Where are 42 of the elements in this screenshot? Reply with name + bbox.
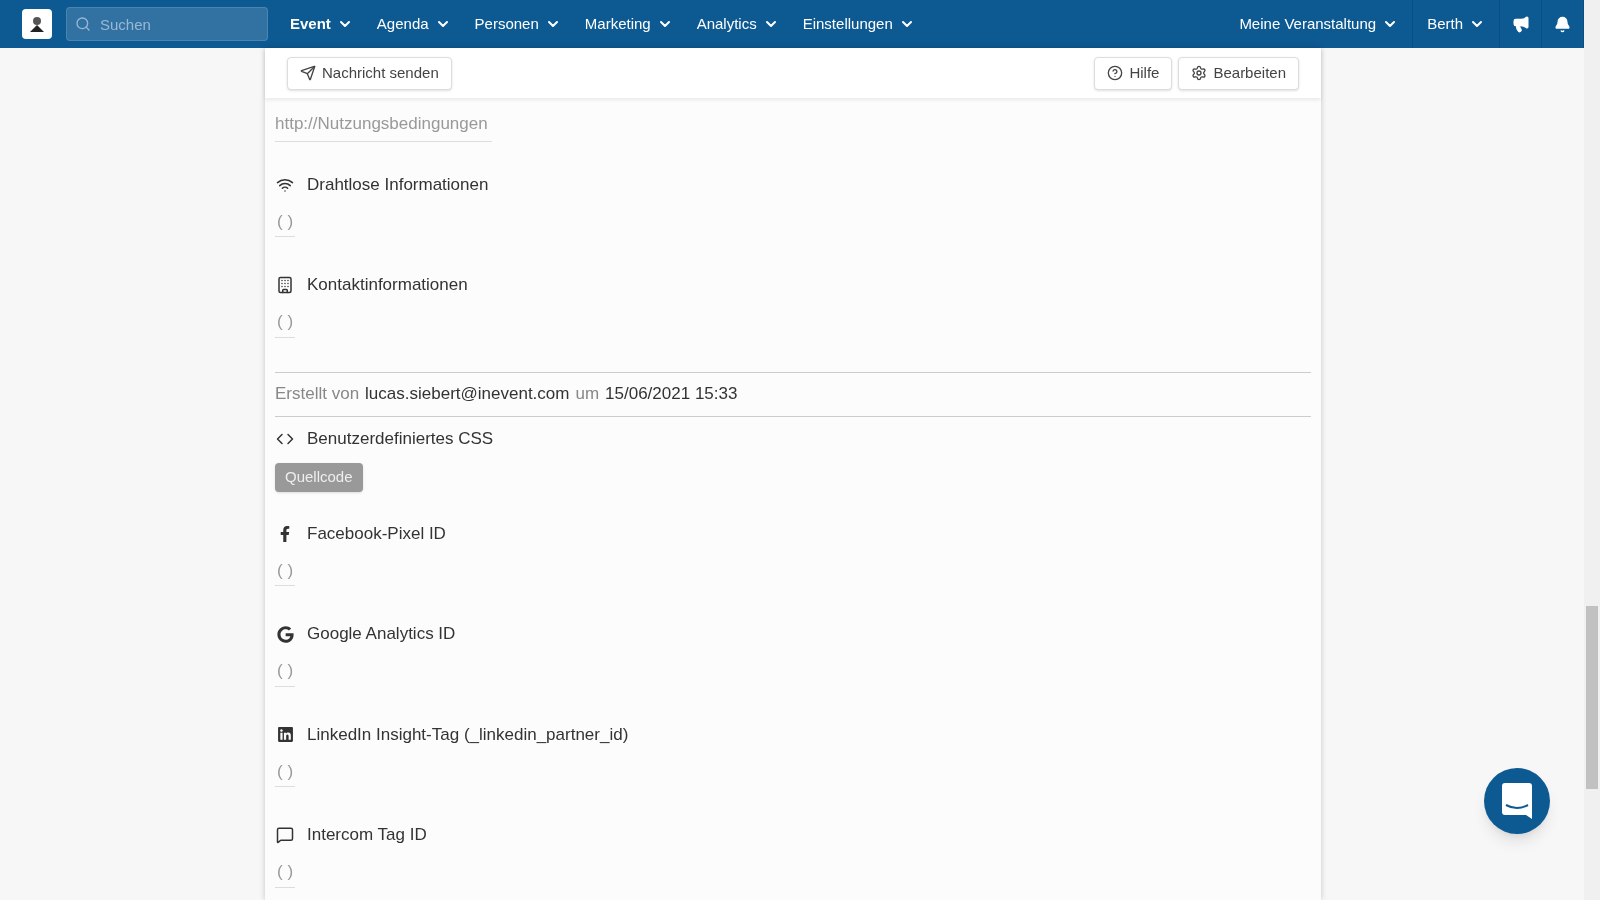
help-icon xyxy=(1107,65,1124,81)
author-email: lucas.siebert@inevent.com xyxy=(365,383,570,406)
url-value: http://Nutzungsbedingungen xyxy=(275,111,492,142)
linkedin-icon xyxy=(276,726,294,743)
send-icon xyxy=(300,65,316,81)
section-title: Facebook-Pixel ID xyxy=(307,522,446,545)
chat-launcher-button[interactable] xyxy=(1484,768,1550,834)
section-title: LinkedIn Insight-Tag (_linkedin_partner_id) xyxy=(307,723,629,746)
field-value: ( ) xyxy=(275,859,296,888)
chat-icon xyxy=(276,826,294,844)
nav-menu[interactable]: Agenda xyxy=(376,12,451,36)
section-title: Google Analytics ID xyxy=(307,623,456,646)
toolbar-button[interactable]: Bearbeiten xyxy=(1178,56,1299,90)
toolbar-button[interactable]: Hilfe xyxy=(1094,56,1173,90)
megaphone-icon xyxy=(1511,15,1530,33)
section-title: Drahtlose Informationen xyxy=(307,173,489,196)
created-date: 15/06/2021 15:33 xyxy=(605,383,738,406)
section-title: Kontaktinformationen xyxy=(307,274,468,297)
toolbar-button[interactable]: Nachricht senden xyxy=(287,56,452,90)
scrollbar[interactable] xyxy=(1584,0,1600,900)
google-icon xyxy=(276,625,294,643)
nav-menu[interactable]: Event xyxy=(290,12,353,36)
nav-menu[interactable]: Marketing xyxy=(584,12,673,36)
settings-icon xyxy=(1191,65,1208,81)
section-title: Intercom Tag ID xyxy=(307,824,427,847)
field-value: ( ) xyxy=(275,208,296,237)
nav-menu[interactable]: Analytics xyxy=(696,12,779,36)
nav-menu[interactable]: Einstellungen xyxy=(802,12,915,36)
section-title: Benutzerdefiniertes CSS xyxy=(307,427,494,450)
search-icon xyxy=(75,16,91,32)
field-value: ( ) xyxy=(275,557,296,586)
bell-icon xyxy=(1554,15,1571,33)
field-value: ( ) xyxy=(275,309,296,338)
meta-label: Erstellt von xyxy=(275,383,360,406)
building-icon xyxy=(276,276,294,294)
field-value: ( ) xyxy=(275,758,296,787)
meta-joiner: um xyxy=(575,383,600,406)
nav-menu[interactable]: Berth xyxy=(1413,0,1500,48)
chat-icon xyxy=(1502,783,1532,819)
nav-menu[interactable]: Personen xyxy=(474,12,561,36)
field-value: ( ) xyxy=(275,658,296,687)
logo-icon[interactable] xyxy=(22,9,52,39)
